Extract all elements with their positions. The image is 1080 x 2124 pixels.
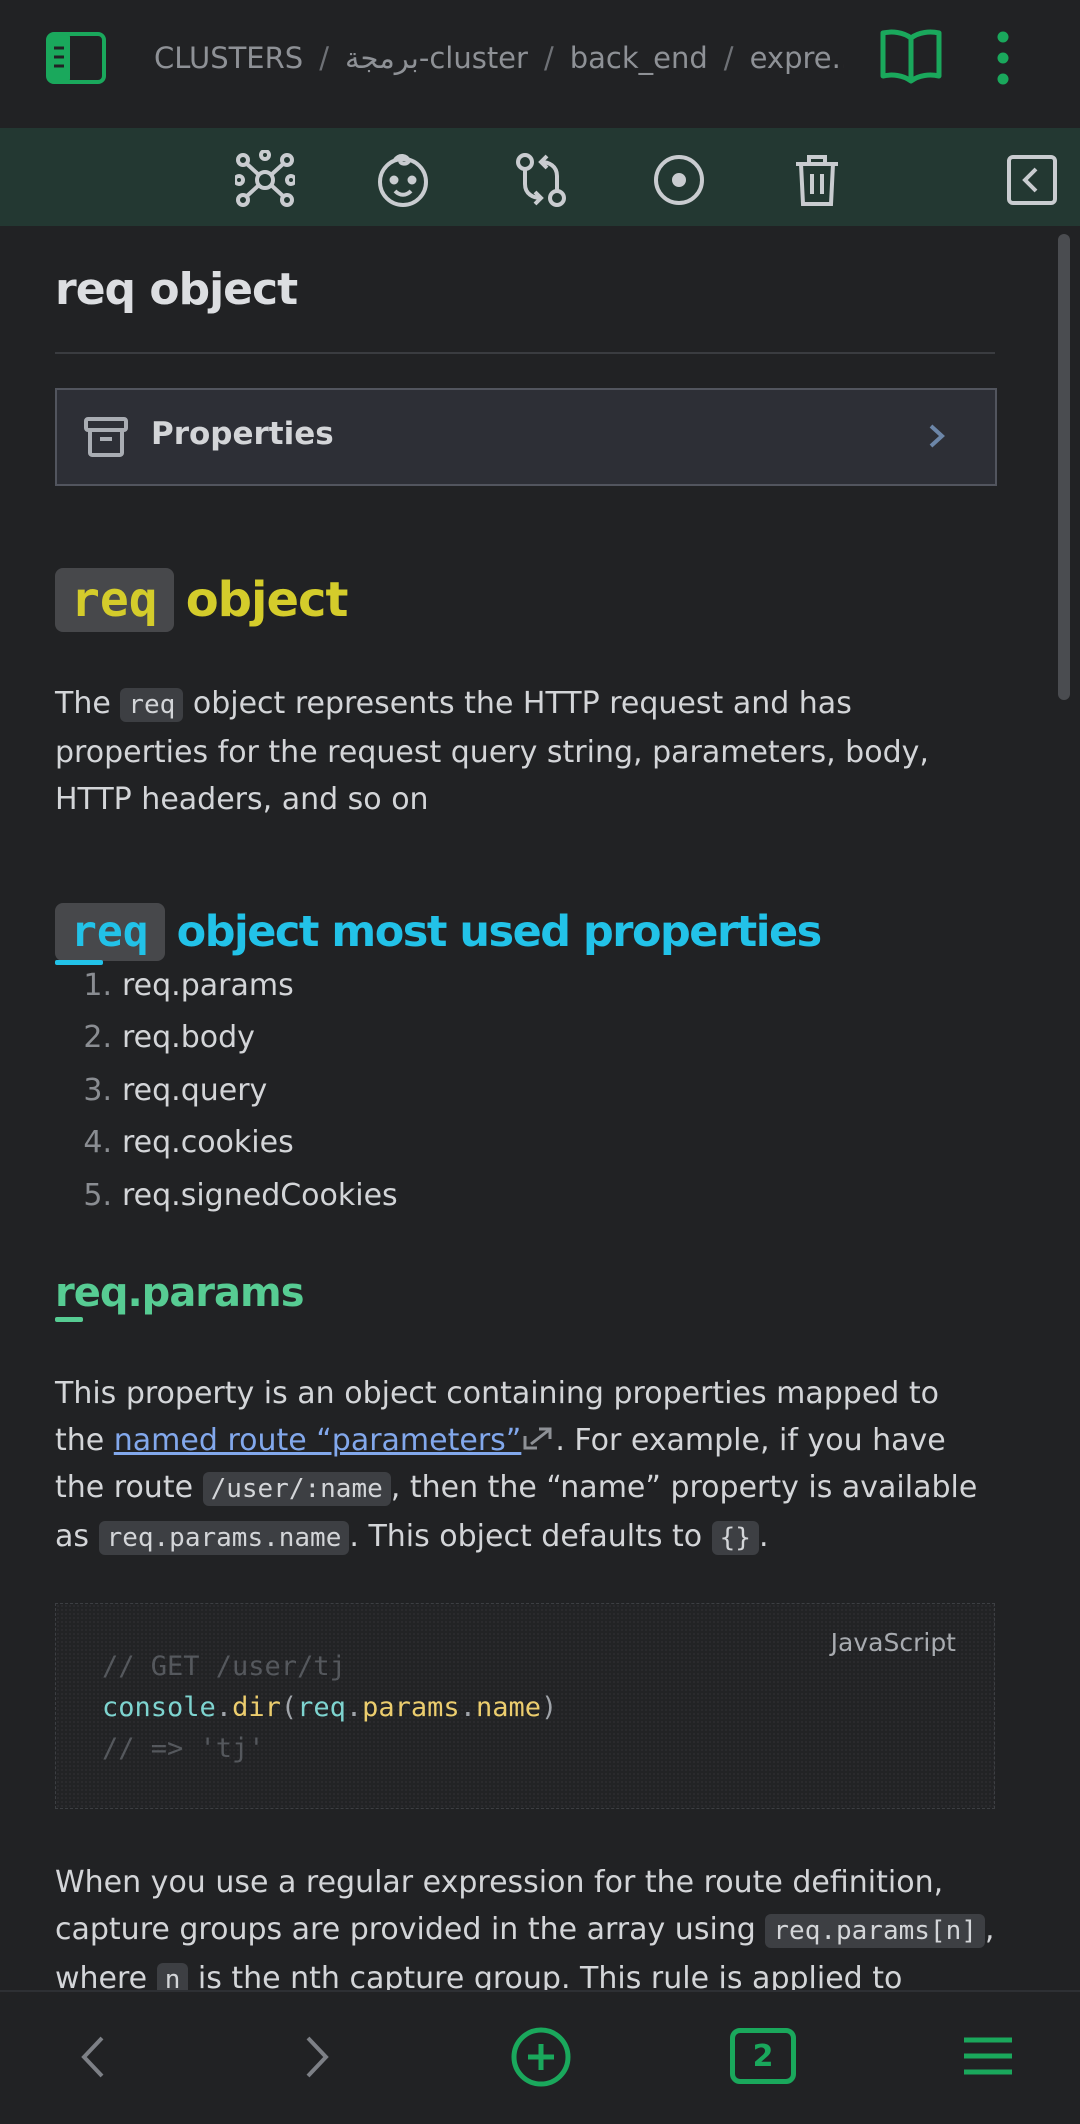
inline-code: req — [120, 688, 184, 722]
page-title: req object — [55, 264, 298, 315]
properties-list: 1. req.params 2. req.body 3. req.query 4. re… — [55, 959, 398, 1222]
breadcrumb-item[interactable]: expre... — [750, 41, 844, 75]
code-token: ) — [541, 1692, 558, 1723]
list-text: req.params — [122, 967, 294, 1003]
breadcrumb-item[interactable]: back_end — [570, 41, 708, 75]
graph-icon[interactable] — [233, 149, 297, 210]
tabs-count-button[interactable]: 2 — [730, 2028, 796, 2084]
breadcrumb-separator: / — [543, 41, 554, 75]
list-number: 2. — [83, 1020, 112, 1056]
inline-code: /user/:name — [202, 1472, 391, 1506]
code-block[interactable]: JavaScript // GET /user/tj console.dir(r… — [55, 1603, 995, 1809]
code-token: params — [362, 1692, 460, 1723]
code-token: . — [345, 1692, 363, 1723]
code-language-label: JavaScript — [830, 1628, 956, 1657]
list-number: 4. — [83, 1125, 112, 1161]
chip-text: req — [71, 907, 149, 957]
note-toolbar — [0, 128, 1080, 226]
inline-code: req.params.name — [98, 1521, 350, 1555]
code-comment: // GET /user/tj — [102, 1651, 346, 1682]
breadcrumb-item[interactable]: برمجة-cluster — [345, 41, 528, 75]
menu-icon[interactable] — [962, 2034, 1014, 2082]
heading-req-params: req.params — [55, 1270, 305, 1322]
trash-icon[interactable] — [787, 150, 847, 210]
breadcrumb-item[interactable]: CLUSTERS — [154, 41, 303, 75]
more-vert-icon[interactable] — [990, 28, 1016, 88]
list-number: 5. — [83, 1177, 112, 1213]
text: The — [55, 686, 121, 721]
back-icon[interactable] — [78, 2032, 108, 2086]
external-link-icon — [521, 1423, 555, 1458]
code-token: console — [102, 1692, 216, 1723]
breadcrumb-separator: / — [723, 41, 734, 75]
bottom-nav: 2 — [0, 1990, 1080, 2124]
list-text: req.query — [122, 1072, 268, 1108]
chevron-right-icon — [925, 420, 949, 452]
breadcrumb: CLUSTERS / برمجة-cluster / back_end / ex… — [154, 36, 844, 80]
sidebar-toggle-icon[interactable] — [44, 30, 108, 86]
code-token: . — [459, 1692, 476, 1723]
code-token: ( — [280, 1692, 298, 1723]
list-text: req.cookies — [122, 1125, 294, 1161]
heading-req-object: req object — [55, 568, 349, 632]
list-item: 1. req.params — [55, 959, 398, 1012]
list-number: 1. — [83, 967, 112, 1003]
forward-icon[interactable] — [302, 2032, 332, 2086]
code-token: . — [215, 1692, 233, 1723]
heading-underline — [55, 1317, 83, 1322]
properties-panel[interactable]: Properties — [55, 388, 997, 486]
collapse-left-icon[interactable] — [1002, 150, 1062, 210]
code-token: req — [297, 1692, 346, 1723]
title-divider — [55, 352, 995, 354]
list-number: 3. — [83, 1072, 112, 1108]
code-content: // GET /user/tj console.dir(req.params.n… — [102, 1646, 557, 1769]
top-bar: CLUSTERS / برمجة-cluster / back_end / ex… — [0, 0, 1080, 128]
req-params-description: This property is an object containing pr… — [55, 1370, 995, 1562]
properties-label: Properties — [151, 416, 334, 452]
heading-most-used-properties: req object most used properties — [55, 903, 823, 965]
add-note-icon[interactable] — [510, 2026, 572, 2092]
archive-icon — [83, 416, 129, 458]
list-item: 4. req.cookies — [55, 1117, 398, 1170]
scrollbar-thumb[interactable] — [1058, 234, 1070, 700]
heading-text: object most used properties — [176, 907, 823, 957]
face-icon[interactable] — [373, 150, 433, 210]
code-token: name — [475, 1692, 541, 1723]
heading-code-chip: req — [55, 568, 174, 632]
inline-code: req.params[n] — [765, 1914, 985, 1948]
list-item: 3. req.query — [55, 1064, 398, 1117]
code-comment: // => 'tj' — [102, 1733, 265, 1764]
breadcrumb-separator: / — [319, 41, 329, 75]
list-item: 2. req.body — [55, 1012, 398, 1065]
open-book-icon[interactable] — [878, 24, 944, 88]
text: . — [758, 1519, 769, 1554]
text: object represents the HTTP request and h… — [55, 686, 929, 817]
named-route-link[interactable]: named route “parameters” — [114, 1423, 522, 1458]
list-text: req.signedCookies — [122, 1177, 398, 1213]
git-compare-icon[interactable] — [511, 150, 571, 210]
regex-description: When you use a regular expression for th… — [55, 1859, 995, 2004]
heading-code-chip: req — [55, 903, 165, 965]
code-token: dir — [232, 1692, 281, 1723]
text: . This object defaults to — [349, 1519, 712, 1554]
inline-code: {} — [711, 1521, 759, 1555]
record-icon[interactable] — [649, 150, 709, 210]
heading-text: req.params — [55, 1270, 305, 1316]
heading-text: object — [185, 572, 349, 628]
req-description: The req object represents the HTTP reque… — [55, 680, 995, 823]
list-item: 5. req.signedCookies — [55, 1169, 398, 1222]
list-text: req.body — [122, 1020, 255, 1056]
